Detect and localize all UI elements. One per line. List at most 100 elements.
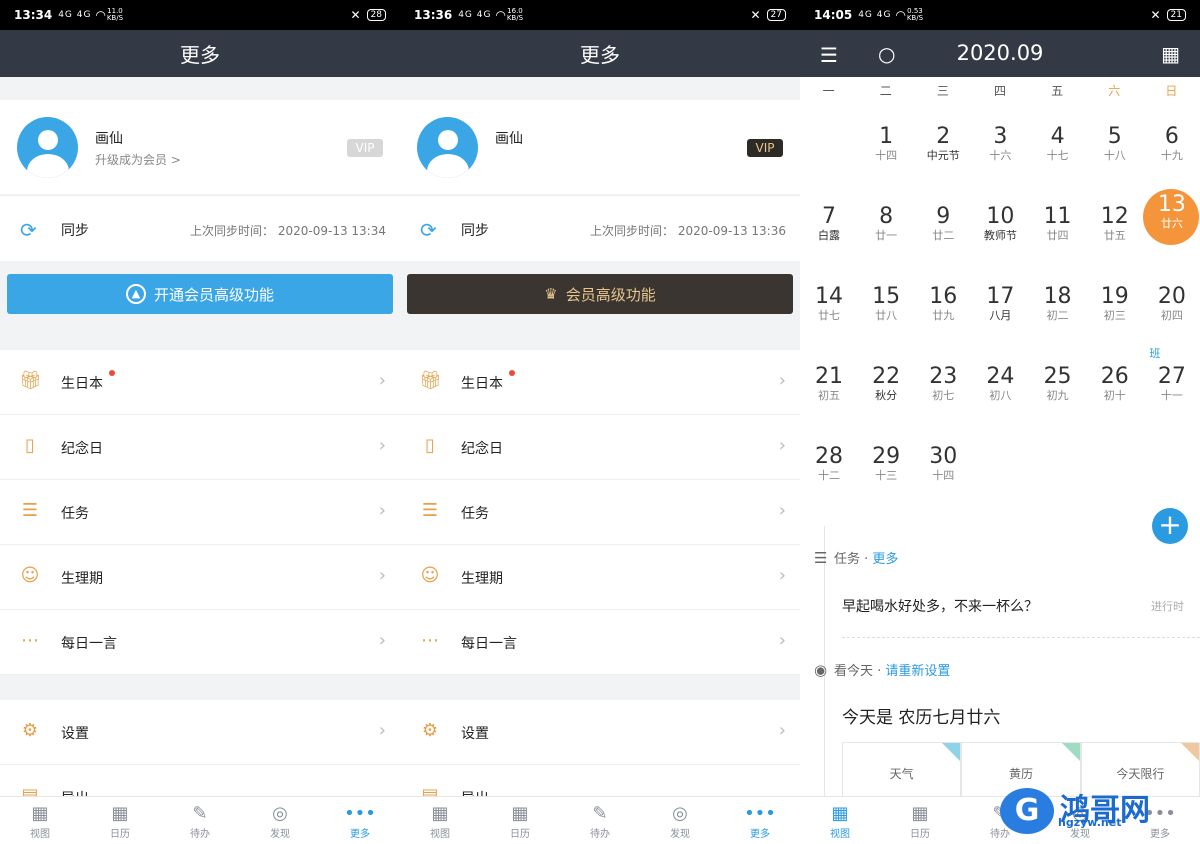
day-cell[interactable]: 26 初十 [1086,345,1143,425]
menu-item-settings[interactable]: ⚙ 设置 › [0,700,400,765]
add-event-button[interactable]: + [1152,508,1188,544]
tab-calendar[interactable]: ▦ 日历 [480,797,560,844]
day-cell[interactable]: 24 初八 [972,345,1029,425]
crown-icon: ♛ [544,285,558,303]
day-cell[interactable]: 班 27 十一 [1143,345,1200,425]
vip-features-button[interactable]: ♛ 会员高级功能 [407,274,793,314]
task-item[interactable]: 早起喝水好处多，不来一杯么？ [842,596,1038,616]
day-number: 9 [936,204,951,229]
status-time: 13:36 [414,8,453,22]
card-weather[interactable]: 天气 [842,742,962,802]
calendar-icon[interactable]: ▦ [1161,42,1180,66]
upgrade-link[interactable]: 升级成为会员 > [95,151,181,168]
chevron-right-icon: › [778,370,786,391]
vip-badge: VIP [747,139,783,157]
day-cell[interactable]: 3 十六 [972,105,1029,185]
reset-link[interactable]: 请重新设置 [885,664,950,679]
tab-view[interactable]: ▦ 视图 [400,797,480,844]
day-cell[interactable]: 30 十四 [915,425,972,505]
day-cell[interactable]: 25 初九 [1029,345,1086,425]
more-link[interactable]: 更多 [872,552,898,567]
bottom-tab-bar: ▦ 视图 ▦ 日历 ✎ 待办 ◎ 发现 ••• 更多 [0,796,400,844]
day-cell[interactable]: 22 秋分 [858,345,915,425]
activate-vip-label: 开通会员高级功能 [153,285,274,304]
day-cell[interactable]: 9 廿二 [915,185,972,265]
day-cell[interactable]: 14 廿七 [801,265,858,345]
menu-item-anniversary[interactable]: ▯ 纪念日 › [400,415,800,480]
day-cell[interactable]: 5 十八 [1086,105,1143,185]
day-cell[interactable]: 8 廿一 [858,185,915,265]
current-month[interactable]: 2020.09 [800,41,1200,65]
sync-row[interactable]: ⟳ 同步 上次同步时间： 2020-09-13 13:34 [0,195,400,261]
lunar-date: 初八 [989,389,1012,402]
day-cell[interactable]: 20 初四 [1143,265,1200,345]
compass-icon: ◎ [272,803,288,824]
wifi-icon: ◠ [895,8,906,22]
day-cell[interactable]: 15 廿八 [858,265,915,345]
lunar-date: 十七 [1046,149,1069,162]
tab-discover[interactable]: ◎ 发现 [640,797,720,844]
menu-item-period[interactable]: ☺ 生理期 › [0,545,400,610]
tab-more[interactable]: ••• 更多 [720,797,800,844]
tab-todo[interactable]: ✎ 待办 [560,797,640,844]
menu-item-quote[interactable]: ⋯ 每日一言 › [0,610,400,675]
profile-card[interactable]: 画仙 VIP [400,100,800,194]
tab-todo[interactable]: ✎ 待办 [160,797,240,844]
day-cell[interactable]: 19 初三 [1086,265,1143,345]
activate-vip-button[interactable]: ▲ 开通会员高级功能 [7,274,393,314]
day-number: 28 [815,444,843,469]
tab-discover[interactable]: ◎ 发现 [240,797,320,844]
day-cell[interactable]: 21 初五 [801,345,858,425]
day-cell[interactable]: 28 十二 [801,425,858,505]
day-cell[interactable]: 16 廿九 [915,265,972,345]
avatar[interactable] [17,117,78,178]
tab-view[interactable]: ▦ 视图 [0,797,80,844]
tab-calendar[interactable]: ▦ 日历 [80,797,160,844]
sync-row[interactable]: ⟳ 同步 上次同步时间： 2020-09-13 13:36 [400,195,800,261]
menu-item-settings[interactable]: ⚙ 设置 › [400,700,800,765]
lunar-date: 十九 [1160,149,1183,162]
card-label: 黄历 [1008,767,1033,781]
day-number: 11 [1043,204,1072,229]
menu-item-task[interactable]: ☰ 任务 › [0,480,400,545]
day-cell[interactable]: 29 十三 [858,425,915,505]
menu-item-birthday[interactable]: 🎁︎ 生日本 › [400,350,800,415]
day-cell[interactable]: 1 十四 [858,105,915,185]
menu-item-task[interactable]: ☰ 任务 › [400,480,800,545]
day-number: 6 [1164,124,1179,149]
menu-label: 纪念日 [461,441,503,457]
menu-item-period[interactable]: ☺ 生理期 › [400,545,800,610]
section-label: 任务 · [834,552,873,567]
day-cell[interactable]: 7 白露 [801,185,858,265]
menu-item-birthday[interactable]: 🎁︎ 生日本 › [0,350,400,415]
chevron-right-icon: › [378,500,386,521]
tab-more[interactable]: ••• 更多 [320,797,400,844]
day-cell[interactable]: 2 中元节 [915,105,972,185]
tab-calendar[interactable]: ▦ 日历 [880,797,960,844]
lunar-date: 初五 [818,389,840,402]
day-cell[interactable]: 6 十九 [1143,105,1200,185]
menu-item-quote[interactable]: ⋯ 每日一言 › [400,610,800,675]
menu-item-anniversary[interactable]: ▯ 纪念日 › [0,415,400,480]
watermark-icon: G [1000,788,1054,834]
day-cell[interactable]: 10 教师节 [972,185,1029,265]
avatar[interactable] [417,117,478,178]
day-cell[interactable]: 4 十七 [1029,105,1086,185]
day-cell[interactable]: 17 八月 [972,265,1029,345]
day-cell[interactable]: 18 初二 [1029,265,1086,345]
mute-icon: ✕ [1150,8,1161,22]
tab-label: 发现 [670,829,690,840]
quote-icon: ⋯ [21,630,39,651]
day-cell-today[interactable]: 13 廿六 [1143,185,1200,265]
day-cell[interactable]: 12 廿五 [1086,185,1143,265]
wifi-icon: ◠ [95,8,106,22]
lunar-date: 十四 [875,149,898,162]
day-number: 1 [879,124,894,149]
lunar-date: 八月 [989,309,1012,322]
lunar-date: 中元节 [926,149,960,162]
day-cell[interactable]: 11 廿四 [1029,185,1086,265]
day-cell[interactable]: 23 初七 [915,345,972,425]
tab-view[interactable]: ▦ 视图 [800,797,880,844]
profile-card[interactable]: 画仙 升级成为会员 > VIP [0,100,400,194]
chevron-right-icon: › [378,630,386,651]
